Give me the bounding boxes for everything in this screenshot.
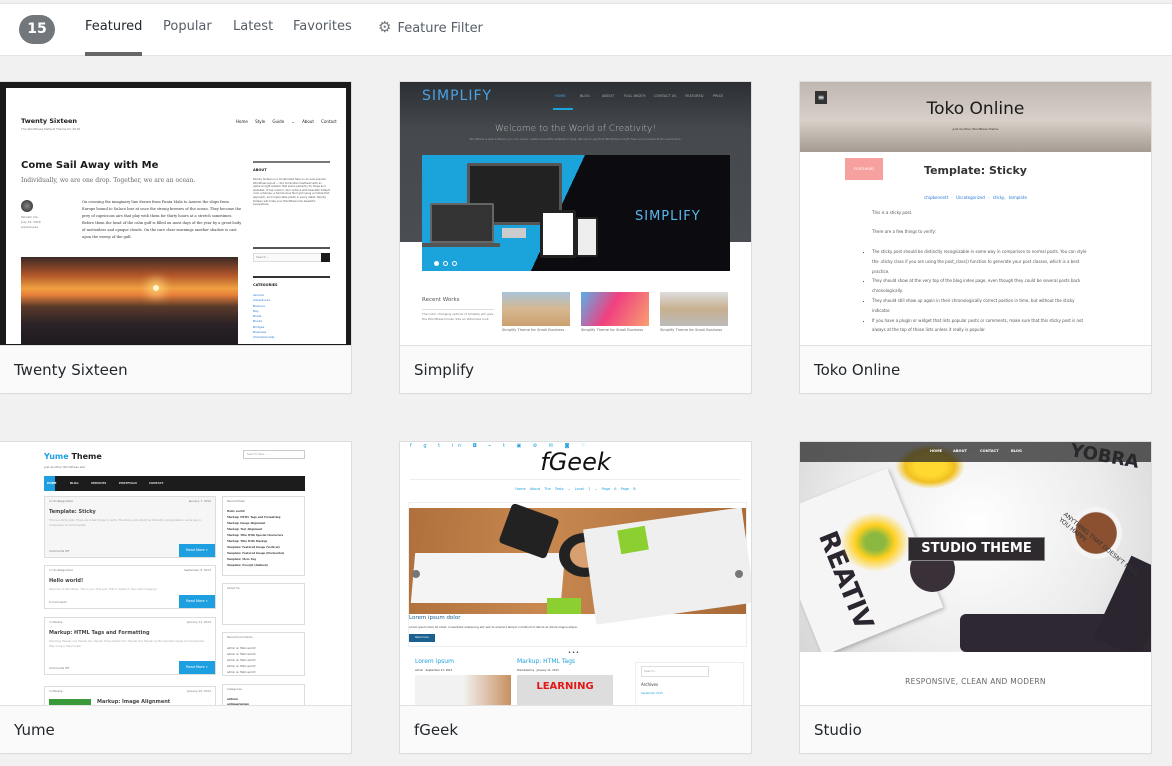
slider-dots: ••• bbox=[568, 650, 580, 656]
preview-recent-heading: Recent Works bbox=[422, 297, 460, 303]
theme-card-toko-online[interactable]: ≡ Toko Online Just Another WordPress the… bbox=[799, 81, 1152, 394]
theme-name: Twenty Sixteen bbox=[0, 345, 351, 393]
tab-latest[interactable]: Latest bbox=[233, 4, 273, 56]
preview-nav: Home About The Tests ⌄ Level 1 ⌄ Page A … bbox=[515, 487, 636, 491]
theme-filter-bar: 15 Featured Popular Latest Favorites ⚙ Fe… bbox=[0, 3, 1172, 56]
preview-site-title: Toko Online bbox=[926, 99, 1025, 119]
feature-filter-label: Feature Filter bbox=[397, 21, 483, 36]
preview-sidebar: Search... Archives September 2015 bbox=[635, 662, 744, 705]
preview-recent-text: The Color changing options of Simplify w… bbox=[422, 312, 494, 321]
preview-about-text: Twenty Sixteen is a modernized take on a… bbox=[253, 178, 330, 207]
preview-bullet-list: The sticky post should be distinctly rec… bbox=[872, 247, 1087, 335]
preview-work-caption: Simplify Theme for Small Business bbox=[502, 328, 565, 332]
preview-post-image bbox=[415, 675, 511, 705]
theme-screenshot[interactable]: Yume Theme Just another WordPress site S… bbox=[0, 442, 351, 705]
preview-post-meta: themedemos · January 11, 2013 bbox=[517, 669, 559, 672]
preview-post-body: On crossing the imaginary line drawn fro… bbox=[82, 200, 242, 239]
preview-post-title: Come Sail Away with Me bbox=[21, 160, 159, 171]
preview-read-more-button: Read more bbox=[409, 634, 435, 642]
preview-tagline: The WordPress Default Theme for 2016 bbox=[21, 127, 81, 131]
theme-screenshot[interactable]: ≡ Toko Online Just Another WordPress the… bbox=[800, 82, 1151, 345]
preview-post-title: Lorem ipsum bbox=[415, 658, 454, 665]
preview-widget: Recent Posts Hello world! Markup: HTML Ta… bbox=[222, 496, 305, 576]
theme-screenshot[interactable]: f g t in ◘ ⌁ t ▣ ⚙ ✉ ◙ ♡ fGeek Home Abou… bbox=[400, 442, 751, 705]
theme-card-simplify[interactable]: SIMPLIFY HOME BLOG ABOUT FULL WIDTH CONT… bbox=[399, 81, 752, 394]
preview-nav: HOME BLOG SERVICES PORTFOLIO CONTACT bbox=[44, 476, 305, 491]
theme-screenshot[interactable]: SIMPLIFY HOME BLOG ABOUT FULL WIDTH CONT… bbox=[400, 82, 751, 345]
preview-tagline: RESPONSIVE, CLEAN AND MODERN bbox=[905, 677, 1046, 686]
preview-site-title: Twenty Sixteen bbox=[21, 117, 78, 125]
slider-prev-icon[interactable] bbox=[412, 570, 420, 578]
preview-widget: About Us bbox=[222, 583, 305, 625]
preview-search-button bbox=[321, 253, 330, 262]
preview-tagline: Just Another WordPress theme bbox=[952, 127, 999, 131]
theme-name: Toko Online bbox=[800, 345, 1151, 393]
preview-subline: WordPress is web software you can use to… bbox=[469, 137, 682, 141]
theme-card-twenty-sixteen[interactable]: Twenty Sixteen The WordPress Default The… bbox=[0, 81, 352, 394]
tab-favorites[interactable]: Favorites bbox=[293, 4, 352, 56]
preview-site-title: Yume Theme bbox=[44, 452, 102, 461]
preview-site-title: fGeek bbox=[540, 448, 611, 476]
preview-work-image bbox=[660, 292, 728, 326]
theme-screenshot[interactable]: REATIV YOBRA ANYTHING THAT DOESN'T MAKE … bbox=[800, 442, 1151, 705]
preview-search-input: Search Here... bbox=[243, 450, 305, 459]
preview-nav: Home Style Guide ⌄ About Contact bbox=[236, 119, 337, 124]
tab-featured[interactable]: Featured bbox=[85, 4, 143, 56]
theme-card-studio[interactable]: REATIV YOBRA ANYTHING THAT DOESN'T MAKE … bbox=[799, 441, 1152, 754]
theme-card-yume[interactable]: Yume Theme Just another WordPress site S… bbox=[0, 441, 352, 754]
preview-post: in Markup January 11, 2013 Markup: HTML … bbox=[44, 617, 216, 675]
preview-widget: Categories aciform antiquarianism bbox=[222, 684, 305, 705]
preview-widget: Recent Comments admin on Hello world! adm… bbox=[222, 632, 305, 676]
preview-headline: Welcome to the World of Creativity! bbox=[495, 124, 656, 134]
preview-about-heading: ABOUT bbox=[253, 168, 267, 172]
preview-slide-image bbox=[409, 502, 751, 625]
preview-categories-list: Abroad Adventures Balance Bay Boats Books Brid… bbox=[253, 293, 275, 340]
preview-logo: SIMPLIFY bbox=[422, 88, 493, 104]
preview-work-image bbox=[502, 292, 570, 326]
preview-post-title: Template: Sticky bbox=[924, 164, 1027, 177]
preview-para: This is a sticky post. bbox=[872, 210, 913, 215]
theme-card-fgeek[interactable]: f g t in ◘ ⌁ t ▣ ⚙ ✉ ◙ ♡ fGeek Home Abou… bbox=[399, 441, 752, 754]
theme-count-badge: 15 bbox=[19, 15, 55, 44]
gear-icon: ⚙ bbox=[378, 18, 392, 36]
preview-hero-title: STUDIO THEME bbox=[908, 537, 1045, 561]
preview-work-image bbox=[581, 292, 649, 326]
slider-next-icon[interactable] bbox=[735, 570, 743, 578]
preview-categories-heading: CATEGORIES bbox=[253, 283, 278, 287]
preview-work-caption: Simplify Theme for Small Business bbox=[581, 328, 644, 332]
theme-name: Simplify bbox=[400, 345, 751, 393]
preview-post: in Uncategorized January 7, 2012 Templat… bbox=[44, 496, 216, 558]
theme-screenshot[interactable]: Twenty Sixteen The WordPress Default The… bbox=[0, 82, 351, 345]
preview-post: in Markup January 10, 2013 Markup: Image… bbox=[44, 686, 216, 705]
feature-filter-button[interactable]: ⚙ Feature Filter bbox=[378, 4, 483, 56]
preview-para: There are a few things to verify: bbox=[872, 229, 936, 234]
preview-banner: SIMPLIFY bbox=[422, 155, 730, 271]
preview-nav-bar: HOME ABOUT CONTACT BLOG bbox=[800, 442, 1151, 462]
preview-search-input: Search ... bbox=[253, 253, 323, 262]
preview-slide-text: Lorem ipsum dolor sit amet, consectetur … bbox=[409, 625, 578, 629]
preview-post: in Uncategorized September 9, 2013 Hello… bbox=[44, 565, 216, 609]
theme-name: Studio bbox=[800, 705, 1151, 753]
preview-post-title: Markup: HTML Tags bbox=[517, 658, 576, 665]
preview-post-subtitle: Individually, we are one drop. Together,… bbox=[21, 177, 196, 184]
preview-post-meta: admin · September 27, 2015 bbox=[415, 669, 453, 672]
preview-work-caption: Simplify Theme for Small Business bbox=[660, 328, 723, 332]
tab-popular[interactable]: Popular bbox=[163, 4, 212, 56]
author-avatar bbox=[21, 200, 33, 212]
theme-name: Yume bbox=[0, 705, 351, 753]
preview-post-meta: Takashi Irie July 19, 2016 Adventures bbox=[21, 215, 41, 229]
preview-post-meta: chipbennett · Uncategorized · sticky, te… bbox=[924, 195, 1027, 200]
preview-tagline: Just another WordPress site bbox=[44, 465, 86, 469]
preview-slide-title: Lorem ipsum dolor bbox=[409, 615, 461, 621]
preview-post-image: LEARNING bbox=[517, 675, 613, 705]
preview-sunset-image bbox=[21, 257, 238, 344]
preview-banner-logo: SIMPLIFY bbox=[635, 209, 701, 224]
theme-name: fGeek bbox=[400, 705, 751, 753]
